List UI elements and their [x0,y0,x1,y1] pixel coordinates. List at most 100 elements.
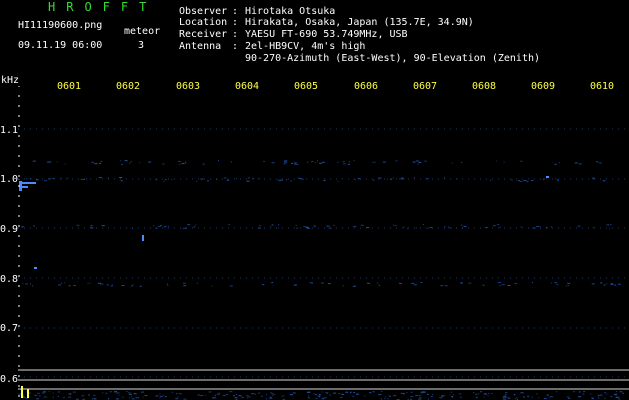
noise-mark [451,162,453,164]
noise-mark [342,161,345,163]
noise-mark [403,226,405,228]
noise-mark [384,398,386,400]
noise-mark [49,161,52,163]
noise-mark [536,226,540,228]
noise-mark [517,179,520,181]
freq-label-0-9: 0.9 [0,224,19,235]
noise-mark [591,283,595,285]
noise-mark [364,395,366,397]
noise-mark [316,160,318,162]
noise-mark [89,282,91,284]
noise-mark [505,393,507,395]
noise-mark [422,224,424,226]
noise-mark [234,397,238,399]
noise-mark [516,397,518,399]
noise-mark [430,396,433,398]
noise-mark [475,393,478,395]
noise-mark [567,282,571,284]
noise-mark [100,160,103,162]
noise-mark [155,179,158,181]
noise-mark [311,282,314,284]
noise-mark [159,224,162,226]
noise-mark [278,224,280,226]
noise-mark [325,397,327,399]
noise-mark [80,178,84,180]
filename: HI11190600.png [18,20,103,31]
noise-mark [36,392,40,394]
noise-mark [124,160,128,162]
noise-mark [197,394,200,396]
noise-mark [254,393,256,395]
noise-mark [142,396,144,398]
noise-mark [342,285,344,287]
noise-mark [321,161,325,163]
noise-mark [291,162,294,164]
noise-mark [181,163,185,165]
noise-mark [478,393,480,395]
noise-mark [321,391,323,393]
noise-mark [214,395,216,397]
noise-mark [615,391,617,393]
noise-mark [309,282,311,284]
noise-mark [372,161,374,163]
noise-mark [274,393,276,395]
noise-mark [35,398,39,400]
noise-mark [354,179,356,181]
noise-mark [419,397,423,399]
noise-mark [503,161,505,163]
noise-mark [258,178,260,180]
noise-mark [483,393,487,395]
noise-mark [266,398,268,400]
noise-mark [247,397,249,399]
noise-mark [311,161,314,163]
noise-mark [301,178,304,180]
noise-mark [597,394,601,396]
noise-mark [592,178,596,180]
noise-mark [133,393,137,395]
noise-mark [283,395,285,397]
noise-mark [320,282,324,284]
noise-mark [372,179,375,181]
antenna-label: Antenna [179,41,222,52]
noise-mark [592,227,594,229]
noise-mark [338,393,341,395]
noise-mark [139,162,141,164]
noise-mark [271,282,274,284]
noise-mark [549,396,553,398]
noise-mark [241,396,244,398]
noise-mark [545,227,548,229]
noise-mark [392,177,394,179]
noise-mark [164,179,167,181]
meteor-echo [142,235,144,241]
noise-mark [195,224,197,226]
noise-mark [32,285,34,287]
noise-mark [366,282,370,284]
noise-mark [556,391,558,393]
antenna-value-line2: 90-270-Azimuth (East-West), 90-Elevation… [245,53,541,64]
noise-mark [390,178,393,180]
noise-mark [326,225,330,227]
noise-mark [119,177,123,179]
noise-mark [182,282,186,284]
noise-mark [578,391,581,393]
noise-mark [120,160,122,162]
noise-mark [185,162,187,164]
noise-mark [132,284,134,286]
noise-mark [130,396,132,398]
freq-label-0-7: 0.7 [0,323,19,334]
noise-mark [413,177,415,179]
noise-mark [87,282,89,284]
noise-mark [568,285,570,287]
noise-mark [293,284,297,286]
noise-mark [183,398,187,400]
noise-mark [329,394,332,396]
noise-mark [283,161,286,163]
noise-mark [489,179,491,181]
noise-mark [52,392,54,394]
noise-mark [29,178,32,180]
noise-mark [86,178,88,180]
noise-mark [395,160,398,162]
noise-mark [266,394,268,396]
noise-mark [277,179,281,181]
noise-mark [566,285,568,287]
